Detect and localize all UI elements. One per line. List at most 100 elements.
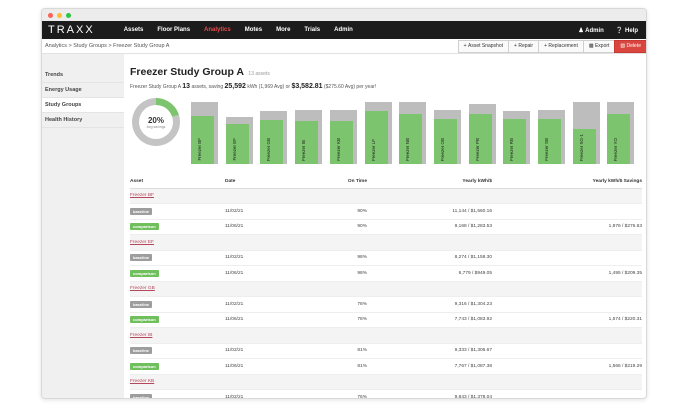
delete-label: Delete: [626, 43, 641, 49]
comparison-bar: [191, 116, 214, 164]
sidebar-item-energy-usage[interactable]: Energy Usage: [42, 83, 124, 98]
chart-bar[interactable]: Freezer NB: [399, 102, 427, 164]
user-menu[interactable]: ♟ Admin: [578, 27, 604, 34]
table-row: comparison 11/06/21 90% 9,168 / $1,283.53 1,…: [130, 219, 642, 235]
help-icon: ❔: [615, 27, 624, 34]
app-window: TRAXX Assets Floor Plans Analytics Motes…: [41, 8, 647, 399]
comparison-badge: comparison: [130, 269, 159, 277]
nav-item-motes[interactable]: Motes: [238, 27, 269, 33]
export-label: Export: [594, 43, 610, 49]
bar-label: Freezer PB: [474, 138, 480, 161]
baseline-badge: baseline: [130, 347, 153, 355]
cell-yearly-kwh: 9,316 / $1,304.23: [367, 296, 492, 313]
bar-label: Freezer RB: [509, 137, 515, 161]
asset-link[interactable]: Freezer IB: [130, 333, 152, 338]
page-title-row: Freezer Study Group A 13 assets: [130, 62, 642, 80]
avg-savings-donut: 20% Avg savings: [132, 98, 180, 146]
asset-snapshot-button[interactable]: + Asset Snapshot: [457, 39, 509, 53]
comparison-bar: [468, 114, 492, 164]
bar-label: Freezer KB: [335, 138, 341, 161]
comparison-bar: [399, 114, 423, 164]
cell-yearly-savings: [492, 250, 642, 266]
table-row: comparison 11/06/21 78% 7,743 / $1,083.92 1,…: [130, 312, 642, 328]
brand-logo[interactable]: TRAXX: [42, 24, 117, 36]
sidebar-item-health-history[interactable]: Health History: [42, 113, 124, 128]
cell-type: baseline: [130, 296, 225, 313]
asset-link[interactable]: Freezer EF: [130, 240, 154, 245]
help-menu[interactable]: ❔ Help: [616, 27, 638, 34]
asset-link[interactable]: Freezer BF: [130, 193, 154, 198]
table-row: comparison 11/06/21 81% 7,767 / $1,087.38 1,…: [130, 358, 642, 375]
chart-bar[interactable]: Freezer YO: [607, 102, 635, 164]
asset-link[interactable]: Freezer GB: [130, 286, 155, 291]
export-button[interactable]: ▩ Export: [582, 39, 615, 53]
cell-type: baseline: [130, 343, 225, 359]
chart-bar[interactable]: Freezer KB: [329, 102, 357, 164]
col-yearly-savings[interactable]: Yearly kWh/$ Savings: [492, 176, 642, 189]
asset-group-row: Freezer KB: [130, 374, 642, 390]
user-menu-label: Admin: [585, 27, 604, 34]
comparison-bar: [329, 121, 353, 164]
asset-snapshot-label: Asset Snapshot: [467, 43, 504, 49]
cell-yearly-kwh: 7,743 / $1,083.92: [367, 312, 492, 328]
nav-item-trials[interactable]: Trials: [297, 27, 327, 33]
nav-item-admin[interactable]: Admin: [327, 27, 360, 33]
action-toolbar: + Asset Snapshot + Repair + Replacement …: [457, 39, 646, 53]
col-on-time[interactable]: On Time: [315, 176, 367, 189]
comparison-bar: [295, 121, 319, 164]
chart-bar[interactable]: Freezer RB: [503, 102, 531, 164]
donut-percent: 20%: [147, 115, 164, 125]
table-row: baseline 11/02/21 78% 9,316 / $1,304.23: [130, 296, 642, 313]
col-date[interactable]: Date: [225, 176, 315, 189]
donut-sublabel: Avg savings: [146, 124, 166, 129]
sidebar-item-trends[interactable]: Trends: [42, 68, 124, 83]
breadcrumb[interactable]: Analytics > Study Groups > Freezer Study…: [45, 43, 169, 49]
repair-button[interactable]: + Repair: [508, 39, 539, 53]
sidebar-item-study-groups[interactable]: Study Groups: [42, 98, 124, 113]
nav-item-analytics[interactable]: Analytics: [197, 27, 238, 33]
cell-date: 11/02/21: [225, 389, 315, 398]
col-yearly-kwh[interactable]: Yearly kWh/$: [367, 176, 492, 189]
comparison-bar: [364, 111, 388, 164]
cell-type: comparison: [130, 312, 225, 328]
bar-label: Freezer NB: [405, 137, 411, 161]
comparison-badge: comparison: [130, 362, 159, 370]
table-header-row: Asset Date On Time Yearly kWh/$ Yearly k…: [130, 176, 642, 189]
chart-bar[interactable]: Freezer SB: [538, 102, 565, 164]
window-titlebar: [42, 9, 646, 21]
chart-bar[interactable]: Freezer BF: [191, 102, 218, 164]
nav-item-more[interactable]: More: [269, 27, 297, 33]
bar-label: Freezer EF: [231, 138, 237, 161]
minimize-window-dot[interactable]: [57, 12, 62, 18]
cell-on-time: 81%: [315, 343, 367, 359]
close-window-dot[interactable]: [48, 12, 53, 18]
summary-asset-count: 13: [182, 83, 191, 90]
nav-item-floor-plans[interactable]: Floor Plans: [150, 27, 197, 33]
col-asset[interactable]: Asset: [130, 176, 225, 189]
chart-bar[interactable]: Freezer OB: [433, 102, 461, 164]
chart-bar[interactable]: Freezer SG-1: [572, 102, 600, 164]
asset-group-row: Freezer EF: [130, 234, 642, 251]
chart-bar[interactable]: Freezer PB: [468, 102, 496, 164]
cell-on-time: 90%: [315, 219, 367, 235]
cell-date: 11/02/21: [225, 203, 315, 220]
cell-yearly-savings: [492, 389, 642, 398]
cell-yearly-kwh: 8,274 / $1,158.30: [367, 250, 492, 266]
delete-button[interactable]: ▧ Delete: [614, 39, 646, 53]
cell-on-time: 78%: [315, 312, 367, 328]
cell-yearly-kwh: 11,144 / $1,560.16: [367, 203, 492, 220]
replacement-button[interactable]: + Replacement: [538, 39, 583, 53]
help-menu-label: Help: [624, 27, 638, 34]
chart-bar[interactable]: Freezer LF: [364, 102, 392, 164]
page-title: Freezer Study Group A: [130, 66, 244, 78]
cell-type: comparison: [130, 358, 225, 375]
cell-yearly-savings: [492, 203, 642, 220]
asset-link[interactable]: Freezer KB: [130, 379, 154, 384]
chart-bar[interactable]: Freezer EF: [225, 102, 253, 164]
comparison-bar: [572, 128, 596, 164]
donut-center: 20% Avg savings: [139, 105, 173, 139]
maximize-window-dot[interactable]: [66, 12, 71, 18]
chart-bar[interactable]: Freezer GB: [260, 102, 288, 164]
chart-bar[interactable]: Freezer IB: [295, 102, 323, 164]
nav-item-assets[interactable]: Assets: [117, 27, 151, 33]
